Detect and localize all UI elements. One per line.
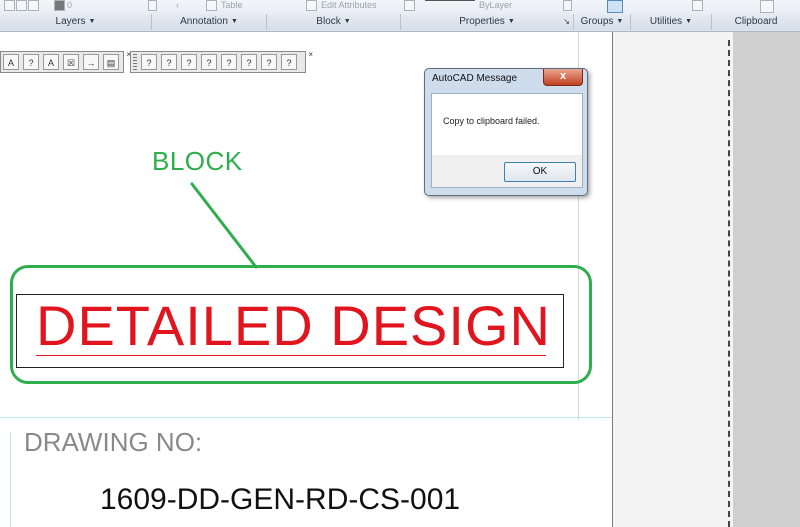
dialog-body: Copy to clipboard failed. [431,93,583,157]
design-stage-text[interactable]: DETAILED DESIGN [36,293,551,358]
dialog-message: Copy to clipboard failed. [443,116,540,126]
dialog-title: AutoCAD Message [432,73,518,84]
drawing-number-label: DRAWING NO: [24,427,203,457]
autocad-message-dialog: AutoCAD Message x Copy to clipboard fail… [424,68,588,196]
design-underline [36,355,546,356]
drawing-number-value[interactable]: 1609-DD-GEN-RD-CS-001 [100,483,460,517]
dialog-close-button[interactable]: x [543,69,583,86]
ok-button[interactable]: OK [504,162,576,182]
dialog-footer: OK [431,155,583,188]
